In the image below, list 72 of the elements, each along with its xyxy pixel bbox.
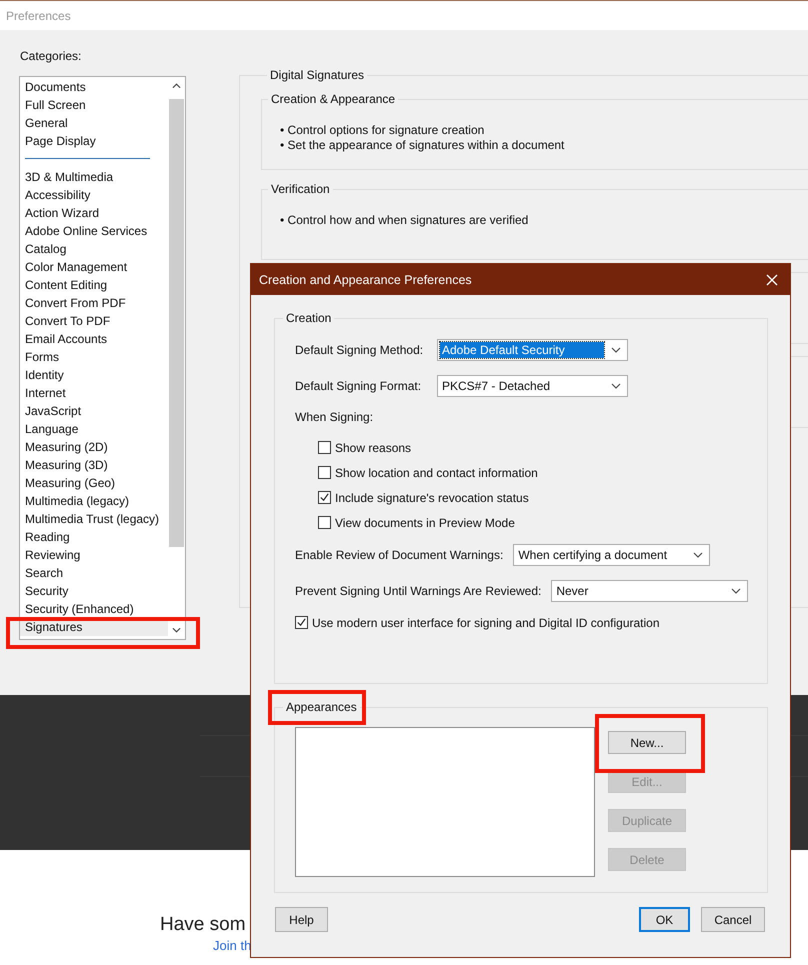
category-item[interactable]: Color Management [20,258,168,276]
category-item[interactable]: 3D & Multimedia [20,168,168,186]
category-item[interactable]: Internet [20,384,168,402]
checkbox[interactable] [318,491,331,504]
bullet-text: • Set the appearance of signatures within a document [280,138,566,153]
checkbox-label: Include signature's revocation status [335,490,529,504]
field-label: Default Signing Format: [295,379,422,393]
checkbox-label: Show location and contact information [335,466,538,480]
checkbox[interactable] [318,516,331,529]
category-item[interactable]: Multimedia (legacy) [20,492,168,510]
close-icon[interactable] [766,274,778,286]
checkbox[interactable] [295,616,308,629]
bullet-text: • Control how and when signatures are verified [280,213,530,228]
category-item[interactable]: Measuring (3D) [20,456,168,474]
category-item[interactable]: Content Editing [20,276,168,294]
dropdown[interactable]: Never [551,580,748,602]
group-title: Digital Signatures [269,68,366,82]
action-button[interactable]: New... [608,731,686,754]
checkbox-label: View documents in Preview Mode [335,516,515,530]
group-title: Creation [285,311,332,325]
category-item[interactable]: Convert To PDF [20,312,168,330]
checkbox[interactable] [318,441,331,454]
section-label: When Signing: [295,409,374,425]
category-item[interactable]: Full Screen [20,96,168,114]
dropdown[interactable]: PKCS#7 - Detached [437,375,628,397]
category-item[interactable]: Multimedia Trust (legacy) [20,510,168,528]
scroll-down-icon[interactable] [172,627,181,633]
bullet-text: • Control options for signature creation [280,123,486,138]
category-item[interactable]: Convert From PDF [20,294,168,312]
category-item[interactable]: Page Display [20,132,168,150]
category-item[interactable]: Forms [20,348,168,366]
category-item[interactable]: Search [20,564,168,582]
category-item[interactable]: Measuring (Geo) [20,474,168,492]
scroll-up-icon[interactable] [172,83,181,89]
scrollbar-thumb[interactable] [169,99,184,547]
checkbox[interactable] [318,466,331,479]
category-item[interactable]: Identity [20,366,168,384]
chevron-icon[interactable] [611,347,621,353]
chevron-icon[interactable] [611,383,621,389]
checkbox-label: Show reasons [335,440,412,454]
category-item[interactable]: Security [20,582,168,600]
categories-label: Categories: [19,48,82,64]
category-item[interactable]: Documents [20,78,168,96]
group-title: Verification [270,182,331,196]
category-item[interactable]: Action Wizard [20,204,168,222]
group-title: Appearances [285,700,358,714]
heading: Have som [160,913,246,937]
field-label: Default Signing Method: [295,343,424,357]
field-label: Enable Review of Document Warnings: [295,548,504,562]
category-item[interactable]: General [20,114,168,132]
category-item[interactable]: Reviewing [20,546,168,564]
dialog-button[interactable]: OK [639,907,690,932]
window-title: Preferences [6,8,71,22]
chevron-icon[interactable] [693,552,704,558]
dialog-title: Creation and Appearance Preferences [259,272,472,286]
category-item[interactable]: Catalog [20,240,168,258]
chevron-icon[interactable] [731,588,742,594]
field-label: Prevent Signing Until Warnings Are Reviewed: [295,584,542,598]
group-title: Creation & Appearance [270,92,396,106]
dropdown[interactable]: When certifying a document [513,544,710,566]
category-item[interactable]: Security (Enhanced) [20,600,168,618]
category-item[interactable]: Accessibility [20,186,168,204]
dialog-button[interactable]: Cancel [701,907,765,932]
dropdown[interactable]: Adobe Default Security [437,339,628,361]
checkbox-label: Use modern user interface for signing and Digital ID configuration [312,616,660,630]
category-item[interactable]: Email Accounts [20,330,168,348]
category-item[interactable]: Language [20,420,168,438]
category-item[interactable]: Adobe Online Services [20,222,168,240]
dialog-button[interactable]: Help [275,907,328,932]
category-item[interactable]: Reading [20,528,168,546]
category-item[interactable]: JavaScript [20,402,168,420]
category-item[interactable]: Measuring (2D) [20,438,168,456]
